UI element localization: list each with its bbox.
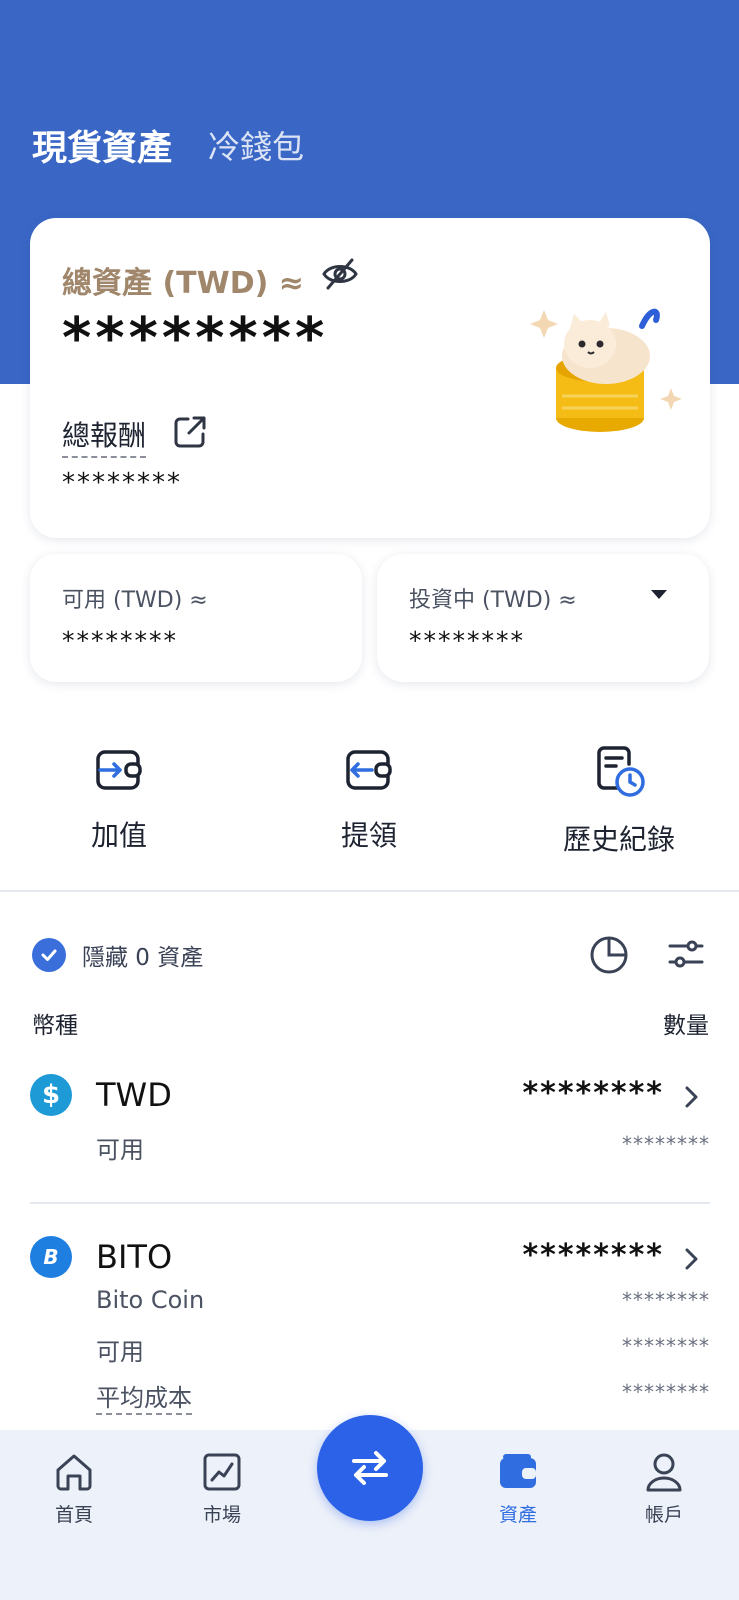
history-button[interactable]: 歷史紀錄	[519, 744, 719, 858]
chevron-right-icon[interactable]	[680, 1246, 702, 1272]
withdraw-label: 提領	[340, 819, 397, 852]
nav-market-label: 市場	[202, 1504, 241, 1526]
swap-arrows-icon	[352, 1451, 388, 1485]
coin-total-amount: ********	[522, 1076, 664, 1111]
dollar-coin-icon: $	[30, 1074, 72, 1116]
total-reward-label[interactable]: 總報酬	[62, 414, 147, 458]
nav-assets[interactable]: 資產	[468, 1450, 568, 1527]
history-icon	[597, 746, 645, 797]
asset-row-bito[interactable]: B BITO ******** Bito Coin ******** 可用 **…	[30, 1236, 710, 1426]
coin-sub-value: ********	[622, 1132, 710, 1156]
nav-home-label: 首頁	[54, 1504, 93, 1526]
wallet-withdraw-icon	[346, 750, 392, 790]
coin-full-name-value: ********	[622, 1288, 710, 1312]
section-divider	[0, 890, 739, 892]
coin-available-label: 可用	[96, 1338, 144, 1366]
column-header-quantity: 數量	[663, 1013, 709, 1039]
available-balance-card: 可用 (TWD) ≈ ********	[30, 554, 362, 682]
coin-available-value: ********	[622, 1334, 710, 1358]
coin-total-amount: ********	[522, 1238, 664, 1273]
checkbox-checked-icon[interactable]	[32, 938, 66, 972]
asset-row-twd[interactable]: $ TWD ******** 可用 ********	[30, 1074, 710, 1174]
cat-coin-illustration	[530, 308, 682, 432]
hide-assets-toggle[interactable]: 隱藏 0 資產	[32, 938, 203, 972]
total-assets-value: ********	[62, 306, 329, 371]
history-label: 歷史紀錄	[562, 823, 675, 856]
nav-account-label: 帳戶	[644, 1504, 683, 1526]
nav-market[interactable]: 市場	[172, 1450, 272, 1527]
coin-symbol: BITO	[96, 1238, 173, 1276]
column-header-coin: 幣種	[32, 1013, 78, 1039]
investing-label: 投資中 (TWD) ≈	[409, 588, 577, 613]
filter-sliders-icon[interactable]	[666, 934, 706, 974]
total-assets-card: 總資產 (TWD) ≈ ******** 總報酬 ********	[30, 218, 710, 538]
caret-down-icon[interactable]	[651, 590, 667, 599]
withdraw-button[interactable]: 提領	[269, 744, 469, 854]
chevron-right-icon[interactable]	[680, 1084, 702, 1110]
wallet-deposit-icon	[96, 750, 142, 790]
nav-account[interactable]: 帳戶	[614, 1450, 714, 1527]
bito-coin-icon: B	[30, 1236, 72, 1278]
trade-swap-button[interactable]	[317, 1415, 423, 1521]
pie-chart-icon[interactable]	[588, 934, 630, 976]
total-reward-value: ********	[62, 468, 182, 498]
nav-assets-label: 資產	[498, 1504, 537, 1526]
coin-average-cost-value: ********	[622, 1380, 710, 1404]
investing-balance-card[interactable]: 投資中 (TWD) ≈ ********	[377, 554, 709, 682]
hide-assets-label: 隱藏 0 資產	[82, 945, 204, 971]
coin-symbol: TWD	[96, 1076, 172, 1114]
row-divider	[30, 1202, 710, 1204]
coin-average-cost-label[interactable]: 平均成本	[96, 1378, 192, 1415]
wallet-icon	[500, 1454, 536, 1488]
nav-home[interactable]: 首頁	[24, 1450, 124, 1527]
coin-full-name: Bito Coin	[96, 1286, 205, 1314]
home-icon	[56, 1454, 92, 1491]
user-icon	[646, 1453, 682, 1492]
available-label: 可用 (TWD) ≈	[62, 588, 208, 613]
available-value: ********	[62, 626, 178, 655]
investing-value: ********	[409, 626, 525, 655]
tab-cold-wallet[interactable]: 冷錢包	[208, 122, 304, 168]
deposit-button[interactable]: 加值	[19, 744, 219, 854]
market-chart-icon	[203, 1453, 241, 1491]
deposit-label: 加值	[90, 819, 147, 852]
page-title[interactable]: 現貨資產	[32, 120, 172, 171]
external-link-icon[interactable]	[172, 414, 208, 450]
eye-off-icon[interactable]	[320, 254, 360, 294]
total-assets-label: 總資產 (TWD) ≈	[62, 266, 304, 301]
coin-sub-label: 可用	[96, 1136, 144, 1164]
